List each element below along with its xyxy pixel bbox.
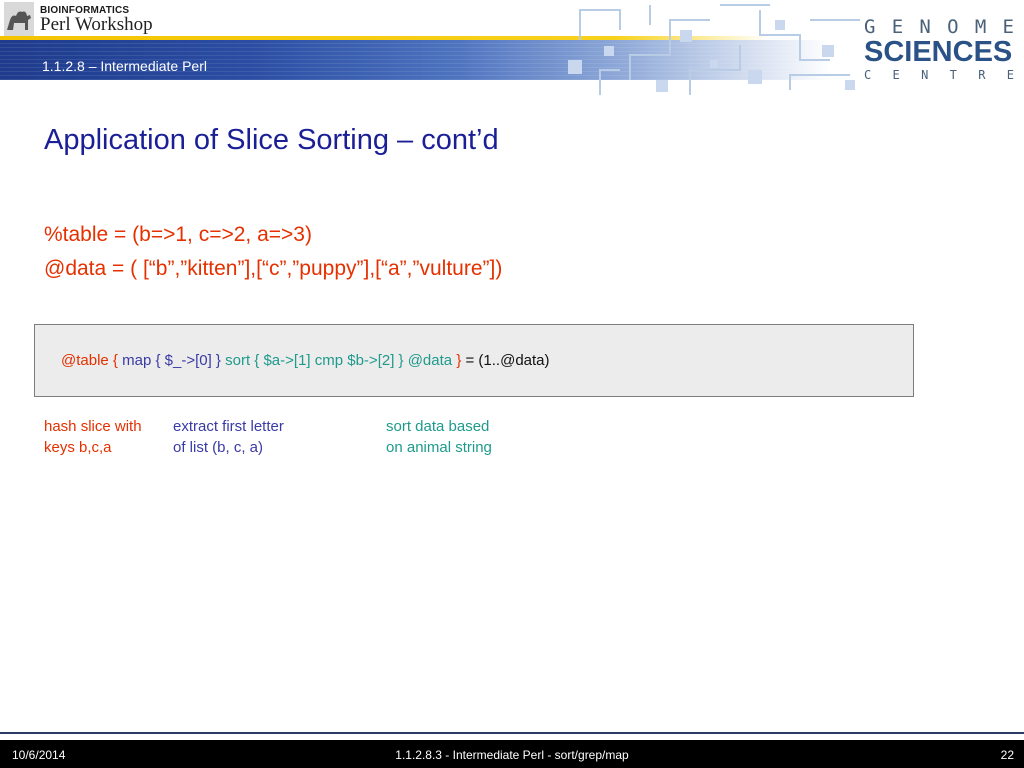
gsc-sciences-word: SCIENCES: [864, 36, 1013, 68]
code-assignment-part: = (1..@data): [465, 352, 550, 369]
gsc-letter: T: [949, 68, 957, 82]
gsc-letter: O: [947, 16, 959, 38]
code-sort-part: sort { $a->[1] cmp $b->[2] } @data: [225, 352, 453, 369]
code-hash-slice-open: @table {: [61, 352, 118, 369]
footer-rule: [0, 732, 1024, 734]
annotation-map: extract first letter of list (b, c, a): [173, 416, 284, 458]
genome-sciences-centre-logo: G E N O M E SCIENCES C E N T R E: [864, 16, 1024, 84]
gsc-genome-word: G E N O M E: [864, 16, 1014, 38]
annotation-line: on animal string: [386, 439, 492, 456]
slide-footer: 10/6/2014 1.1.2.8.3 - Intermediate Perl …: [0, 740, 1024, 768]
footer-title: 1.1.2.8.3 - Intermediate Perl - sort/gre…: [395, 748, 629, 762]
gsc-letter: N: [919, 16, 931, 38]
annotation-line: extract first letter: [173, 418, 284, 435]
slide-header: BIOINFORMATICS Perl Workshop 1.1.2.8 – I…: [0, 0, 1024, 100]
table-definition-line: %table = (b=>1, c=>2, a=>3): [44, 223, 312, 246]
slide-title: Application of Slice Sorting – cont’d: [44, 124, 499, 156]
gsc-letter: E: [892, 68, 900, 82]
code-map-part: map { $_->[0] }: [122, 352, 221, 369]
gsc-letter: G: [864, 16, 876, 38]
gsc-letter: E: [1006, 68, 1014, 82]
data-definition-line: @data = ( [“b”,”kitten”],[“c”,”puppy”],[…: [44, 257, 503, 280]
code-example-box: @table { map { $_->[0] } sort { $a->[1] …: [34, 324, 914, 397]
annotation-line: sort data based: [386, 418, 490, 435]
slice-sort-expression: @table { map { $_->[0] } sort { $a->[1] …: [61, 352, 550, 369]
gsc-centre-word: C E N T R E: [864, 68, 1014, 82]
annotation-line: of list (b, c, a): [173, 439, 264, 456]
logo-title-bottom: Perl Workshop: [40, 14, 153, 35]
course-label: 1.1.2.8 – Intermediate Perl: [42, 58, 207, 74]
gsc-letter: M: [974, 16, 987, 38]
gsc-letter: R: [978, 68, 986, 82]
annotation-hash-slice: hash slice with keys b,c,a: [44, 416, 142, 458]
camel-logo-icon: [4, 2, 34, 36]
gsc-letter: E: [1002, 16, 1014, 38]
gsc-letter: N: [921, 68, 929, 82]
code-hash-slice-close: }: [456, 352, 462, 369]
gsc-letter: E: [891, 16, 904, 38]
annotation-line: hash slice with: [44, 418, 142, 435]
footer-page-number: 22: [1000, 748, 1014, 762]
bioinformatics-logo: BIOINFORMATICS Perl Workshop: [4, 2, 174, 36]
annotation-line: keys b,c,a: [44, 439, 112, 456]
gsc-letter: C: [864, 68, 872, 82]
annotation-sort: sort data based on animal string: [386, 416, 492, 458]
